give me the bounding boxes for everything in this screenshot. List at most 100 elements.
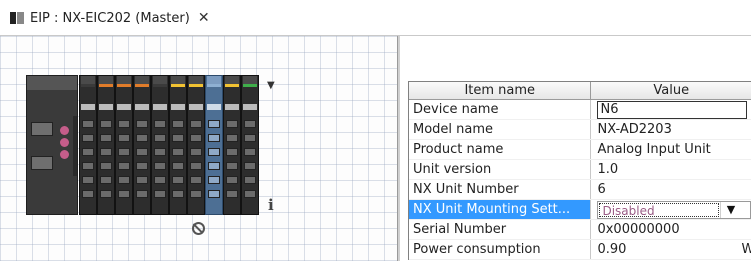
terminal-icon: [100, 190, 112, 198]
chevron-down-icon[interactable]: ▼: [720, 202, 740, 218]
nx-unit-slice-selected[interactable]: [205, 75, 223, 215]
property-grid: Item name Value Device name N6 Model name N…: [408, 81, 751, 260]
ethernet-port-icon: [31, 122, 53, 136]
terminal-icon: [226, 190, 238, 198]
property-row[interactable]: Power consumption 0.90 W: [409, 240, 751, 260]
nx-unit-rack: [26, 75, 260, 215]
terminal-icon: [154, 162, 166, 170]
property-value-cell: 0x00000000: [591, 220, 751, 239]
property-row[interactable]: Unit version 1.0: [409, 160, 751, 180]
terminal-icon: [82, 176, 94, 184]
terminal-icon: [172, 162, 184, 170]
terminal-icon: [190, 176, 202, 184]
terminal-icon: [244, 120, 256, 128]
terminal-icon: [136, 176, 148, 184]
terminal-icon: [244, 162, 256, 170]
nx-unit-slice[interactable]: [151, 75, 169, 215]
property-row[interactable]: Device name N6: [409, 100, 751, 120]
terminal-icon: [190, 120, 202, 128]
terminal-icon: [154, 190, 166, 198]
tab-eip-master[interactable]: EIP : NX-EIC202 (Master) ✕: [6, 7, 216, 29]
property-value-cell: 1.0: [591, 160, 751, 179]
terminal-icon: [208, 120, 220, 128]
terminal-icon: [100, 148, 112, 156]
property-value-cell: 6: [591, 180, 751, 199]
terminal-icon: [100, 176, 112, 184]
terminal-icon: [118, 120, 130, 128]
nx-unit-slice[interactable]: [133, 75, 151, 215]
terminal-icon: [100, 120, 112, 128]
close-icon[interactable]: ✕: [198, 11, 210, 25]
status-led-icon: [60, 150, 69, 159]
property-name: Unit version: [409, 160, 592, 179]
terminal-icon: [118, 162, 130, 170]
terminal-icon: [136, 190, 148, 198]
property-value: 0.90: [597, 242, 627, 257]
terminal-icon: [244, 148, 256, 156]
terminal-icon: [100, 134, 112, 142]
terminal-icon: [172, 176, 184, 184]
nx-unit-slice[interactable]: [241, 75, 259, 215]
property-value-cell: N6: [591, 100, 751, 119]
nx-unit-slice[interactable]: [187, 75, 205, 215]
terminal-icon: [154, 134, 166, 142]
device-name-input[interactable]: N6: [597, 101, 748, 119]
property-row[interactable]: NX Unit Mounting Sett... Disabled ▼: [409, 200, 751, 220]
terminal-icon: [136, 120, 148, 128]
terminal-icon: [226, 148, 238, 156]
property-value-cell: 0.90 W: [591, 240, 751, 259]
terminal-icon: [244, 190, 256, 198]
info-icon[interactable]: i: [268, 196, 274, 214]
terminal-icon: [82, 134, 94, 142]
properties-panel: Item name Value Device name N6 Model name N…: [400, 36, 751, 261]
terminal-icon: [190, 134, 202, 142]
terminal-icon: [82, 190, 94, 198]
status-led-icon: [60, 126, 69, 135]
property-row[interactable]: Product name Analog Input Unit: [409, 140, 751, 160]
device-config-icon: [10, 11, 24, 25]
terminal-icon: [190, 148, 202, 156]
nx-unit-slice[interactable]: [169, 75, 187, 215]
terminal-icon: [190, 162, 202, 170]
mounting-setting-dropdown[interactable]: Disabled ▼: [597, 201, 751, 219]
property-value: Analog Input Unit: [597, 142, 711, 157]
document-tab-strip: EIP : NX-EIC202 (Master) ✕: [0, 0, 751, 36]
property-name: NX Unit Mounting Sett...: [409, 200, 592, 219]
coupler-unit[interactable]: [26, 75, 78, 215]
terminal-icon: [190, 190, 202, 198]
grid-header: Item name Value: [409, 82, 751, 100]
terminal-icon: [172, 134, 184, 142]
grid-body: Device name N6 Model name NX-AD2203 Product …: [409, 100, 751, 260]
property-row[interactable]: Serial Number 0x00000000: [409, 220, 751, 240]
property-name: Product name: [409, 140, 592, 159]
terminal-icon: [244, 176, 256, 184]
property-name: NX Unit Number: [409, 180, 592, 199]
property-row[interactable]: Model name NX-AD2203: [409, 120, 751, 140]
terminal-icon: [208, 190, 220, 198]
terminal-icon: [82, 162, 94, 170]
terminal-icon: [100, 162, 112, 170]
column-header-value[interactable]: Value: [591, 82, 751, 99]
terminal-icon: [244, 134, 256, 142]
nx-unit-slice[interactable]: [97, 75, 115, 215]
property-name: Model name: [409, 120, 592, 139]
terminal-icon: [208, 176, 220, 184]
nx-unit-slice[interactable]: [79, 75, 97, 215]
column-header-item-name[interactable]: Item name: [409, 82, 592, 99]
terminal-icon: [208, 148, 220, 156]
property-value-cell: Analog Input Unit: [591, 140, 751, 159]
terminal-icon: [136, 134, 148, 142]
property-value: 0x00000000: [597, 222, 680, 237]
terminal-icon: [118, 134, 130, 142]
nx-unit-slice[interactable]: [223, 75, 241, 215]
property-value: 1.0: [597, 162, 619, 177]
terminal-icon: [136, 162, 148, 170]
unit-suffix: W: [741, 242, 751, 257]
terminal-icon: [118, 148, 130, 156]
property-value: 6: [597, 182, 606, 197]
nx-unit-slice[interactable]: [115, 75, 133, 215]
rack-scroll-down-icon[interactable]: ▼: [267, 80, 279, 91]
property-row[interactable]: NX Unit Number 6: [409, 180, 751, 200]
terminal-icon: [154, 148, 166, 156]
terminal-icon: [136, 148, 148, 156]
